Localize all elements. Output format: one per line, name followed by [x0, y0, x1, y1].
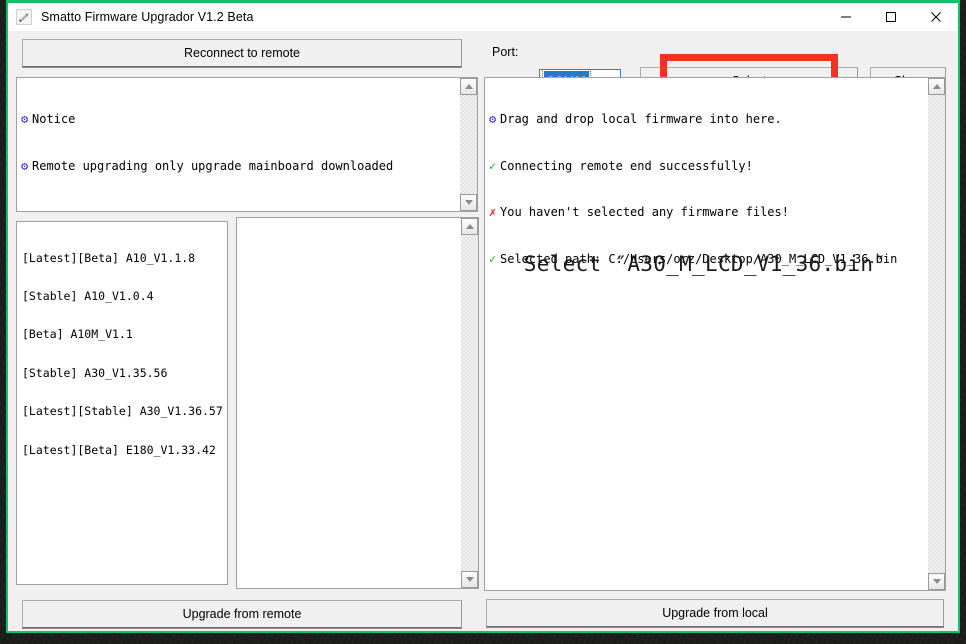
scroll-up-icon[interactable] — [928, 78, 945, 95]
log-line: ⚙ Drag and drop local firmware into here. — [489, 112, 925, 128]
upgrade-from-remote-button[interactable]: Upgrade from remote — [22, 600, 462, 628]
scroll-up-icon[interactable] — [460, 78, 477, 95]
log-panel[interactable]: ⚙ Drag and drop local firmware into here.… — [484, 77, 946, 591]
list-item[interactable]: [Stable] A10_V1.0.4 — [22, 290, 223, 303]
minimize-icon[interactable] — [823, 3, 868, 31]
upgrade-from-local-button[interactable]: Upgrade from local — [486, 599, 944, 627]
notice-line: ⚙ Remote upgrading only upgrade mainboard… — [21, 159, 457, 175]
application-window: Smatto Firmware Upgrador V1.2 Beta Recon… — [6, 0, 960, 633]
notice-panel-scrollbar[interactable] — [459, 78, 477, 211]
log-panel-scrollbar[interactable] — [927, 78, 945, 590]
firmware-detail-scrollbar[interactable] — [460, 218, 478, 588]
notice-line-text: Remote upgrading only upgrade mainboard … — [32, 158, 394, 173]
firmware-list-panel[interactable]: [Latest][Beta] A10_V1.1.8 [Stable] A10_V… — [16, 221, 228, 585]
gear-bullet-icon: ⚙ — [21, 112, 29, 126]
firmware-list: [Latest][Beta] A10_V1.1.8 [Stable] A10_V… — [22, 226, 223, 482]
pencil-icon — [16, 9, 32, 25]
maximize-icon[interactable] — [868, 3, 913, 31]
notice-line: ⚙ Notice — [21, 112, 457, 128]
list-item[interactable]: [Latest][Beta] A10_V1.1.8 — [22, 251, 223, 265]
log-line-text: You haven't selected any firmware files! — [500, 205, 789, 219]
list-item[interactable]: [Latest][Beta] E180_V1.33.42 — [22, 443, 223, 457]
log-line: ✓ Connecting remote end successfully! — [489, 159, 925, 175]
list-item[interactable]: [Latest][Stable] A30_V1.36.57 — [22, 405, 223, 418]
port-label: Port: — [492, 45, 519, 59]
scroll-down-icon[interactable] — [928, 573, 945, 590]
list-item[interactable]: [Beta] A10M_V1.1 — [22, 328, 223, 341]
check-icon: ✓ — [489, 158, 497, 173]
list-item[interactable]: [Stable] A30_V1.35.56 — [22, 366, 223, 380]
close-icon[interactable] — [913, 3, 958, 31]
reconnect-to-remote-button[interactable]: Reconnect to remote — [22, 39, 462, 67]
scroll-down-icon[interactable] — [460, 194, 477, 211]
firmware-detail-panel[interactable] — [236, 217, 479, 589]
selected-file-message: Select ″A30_M_LCD_V1_36.bin″ — [523, 252, 887, 276]
scroll-up-icon[interactable] — [461, 218, 478, 235]
log-line-text: Connecting remote end successfully! — [500, 158, 753, 173]
notice-panel-text: ⚙ Notice ⚙ Remote upgrading only upgrade m… — [21, 81, 457, 205]
notice-line-text: Notice — [32, 112, 76, 126]
log-line: ✗ You haven't selected any firmware files… — [489, 205, 925, 221]
title-bar[interactable]: Smatto Firmware Upgrador V1.2 Beta — [8, 3, 958, 31]
window-title: Smatto Firmware Upgrador V1.2 Beta — [41, 10, 254, 24]
gear-bullet-icon: ⚙ — [489, 112, 497, 126]
gear-bullet-icon: ⚙ — [21, 158, 29, 173]
notice-panel[interactable]: ⚙ Notice ⚙ Remote upgrading only upgrade m… — [16, 77, 478, 212]
caption-buttons — [823, 3, 958, 31]
cross-icon: ✗ — [489, 205, 497, 219]
toolbar: Reconnect to remote Port: COM30 Select C… — [8, 31, 958, 101]
log-line-text: Drag and drop local firmware into here. — [500, 112, 782, 126]
scroll-down-icon[interactable] — [461, 571, 478, 588]
